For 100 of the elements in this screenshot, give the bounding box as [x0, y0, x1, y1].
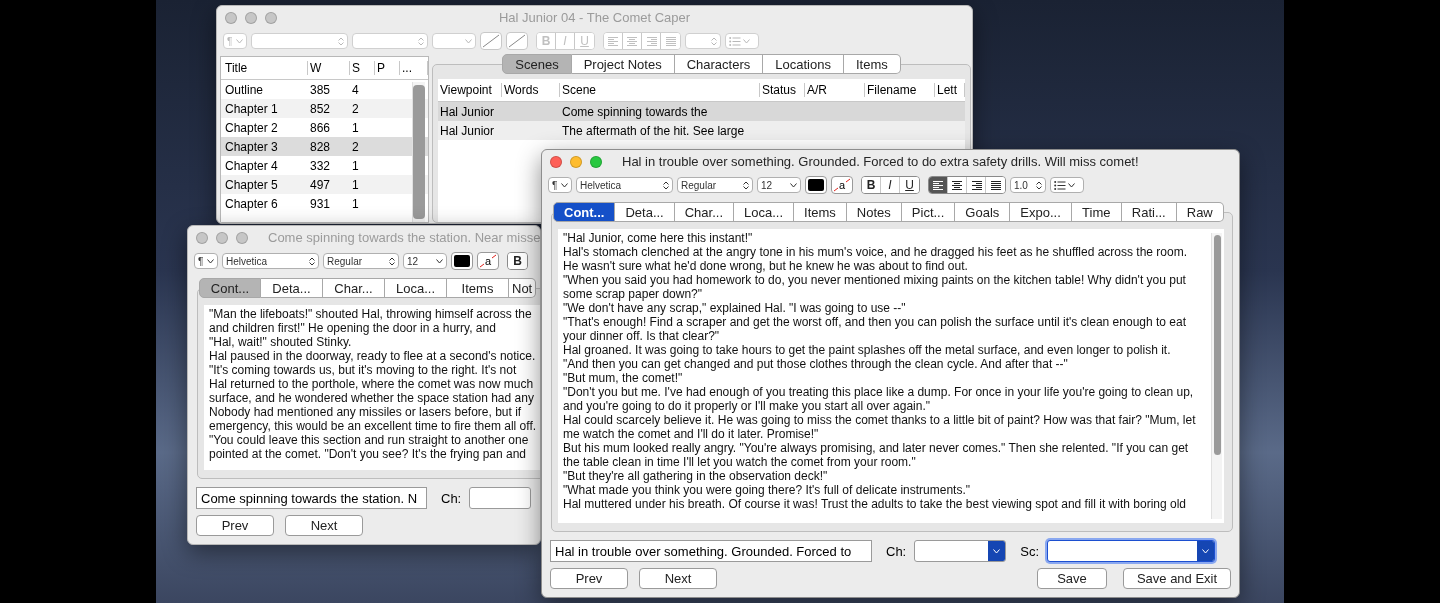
nav-button[interactable]: Next [285, 515, 363, 536]
outline-row[interactable]: Chapter 3 828 2 [221, 137, 428, 156]
tab[interactable]: Items [794, 202, 847, 222]
tab[interactable]: Time [1071, 202, 1122, 222]
up-down-arrows-icon [1036, 180, 1042, 190]
spacing-select[interactable]: 1.0 [1010, 177, 1046, 193]
tab[interactable]: Project Notes [571, 54, 675, 74]
column-header[interactable]: Lett [935, 83, 965, 97]
tab[interactable]: Not [509, 278, 537, 298]
font-select[interactable]: Helvetica [222, 253, 319, 269]
tab[interactable]: Cont... [553, 202, 616, 222]
dropdown-field[interactable] [1047, 540, 1216, 562]
outline-row[interactable]: Chapter 1 852 2 [221, 99, 428, 118]
text-line: "Hal, wait!" shouted Stinky. [209, 335, 352, 349]
scene-row[interactable]: Hal Junior The aftermath of the hit. See large [438, 121, 965, 140]
tab[interactable]: Char... [323, 278, 385, 298]
table-cell-text: Hal Junior [439, 123, 496, 138]
highlight-color-well[interactable]: a [477, 252, 499, 270]
style-select[interactable]: Regular [677, 177, 753, 193]
tab[interactable]: Items [843, 54, 901, 74]
dropdown-field[interactable] [469, 487, 532, 509]
column-header[interactable]: W [308, 61, 350, 75]
window-title: Hal Junior 04 - The Comet Caper [498, 10, 692, 25]
scrollbar[interactable] [412, 82, 425, 222]
tab[interactable]: Locations [763, 54, 844, 74]
table-cell-text: 828 [309, 139, 332, 154]
text-format-button[interactable]: B [862, 177, 881, 193]
align-icon [951, 179, 963, 191]
column-header[interactable]: S [350, 61, 375, 75]
font-select[interactable]: Helvetica [576, 177, 673, 193]
scene-row[interactable]: Hal Junior Come spinning towards the [438, 102, 965, 121]
paragraph-style-dropdown[interactable]: ¶ [548, 177, 572, 193]
minimize-button[interactable] [216, 231, 228, 244]
table-cell-text: 332 [309, 158, 332, 173]
minimize-button[interactable] [245, 11, 257, 24]
font-size-combo[interactable]: 12 [403, 253, 447, 269]
tab[interactable]: Pict... [901, 202, 956, 222]
style-select[interactable]: Regular [323, 253, 399, 269]
zoom-button[interactable] [236, 231, 248, 244]
close-button[interactable] [196, 231, 208, 244]
minimize-button[interactable] [570, 155, 582, 168]
zoom-button[interactable] [590, 155, 602, 168]
tab[interactable]: Raw [1176, 202, 1224, 222]
tab[interactable]: Characters [674, 54, 764, 74]
text-line: pointed at the comet. "Don't you see? It's the frying pan and [209, 447, 527, 461]
table-cell-text: Come spinning towards the [561, 104, 709, 119]
tab[interactable]: Cont... [199, 278, 261, 298]
field-label: Ch: [886, 543, 907, 559]
table-cell-text: 2 [351, 101, 360, 116]
summary-field[interactable]: Come spinning towards the station. N [196, 487, 427, 509]
text-format-button[interactable]: B [508, 253, 527, 269]
save-button[interactable]: Save [1037, 568, 1107, 589]
chevron-down-icon [207, 258, 214, 264]
tab[interactable]: Loca... [385, 278, 447, 298]
column-header[interactable]: Status [760, 83, 805, 97]
column-header[interactable]: Viewpoint [438, 83, 502, 97]
nav-button[interactable]: Prev [550, 568, 628, 589]
column-header[interactable]: Words [502, 83, 560, 97]
summary-field[interactable]: Hal in trouble over something. Grounded. Forced to [550, 540, 872, 562]
column-header[interactable]: P [375, 61, 400, 75]
tab[interactable]: Deta... [261, 278, 323, 298]
tab[interactable]: Scenes [502, 54, 572, 74]
tab[interactable]: Rati... [1121, 202, 1177, 222]
chevron-down-icon [561, 182, 568, 188]
outline-row[interactable]: Chapter 5 497 1 [221, 175, 428, 194]
tab[interactable]: Char... [674, 202, 735, 222]
column-header[interactable]: A/R [805, 83, 865, 97]
tab[interactable]: Loca... [734, 202, 795, 222]
nav-button[interactable]: Next [639, 568, 717, 589]
slash-icon [482, 34, 500, 48]
column-header[interactable]: Title [223, 61, 308, 75]
field-label: Sc: [1020, 543, 1040, 559]
align-icon [989, 179, 1002, 191]
column-header[interactable]: Filename [865, 83, 935, 97]
close-button[interactable] [550, 155, 562, 168]
align-icon [970, 179, 982, 191]
zoom-button[interactable] [265, 11, 277, 24]
text-line: emergency, this would be an excellent time to fire them all off. [209, 419, 537, 433]
column-header[interactable]: Scene [560, 83, 760, 97]
close-button[interactable] [225, 11, 237, 24]
column-header[interactable]: ... [400, 61, 428, 75]
tab[interactable]: Expo... [1010, 202, 1072, 222]
list-icon [729, 36, 741, 46]
paragraph-style-dropdown[interactable]: ¶ [194, 253, 218, 269]
tab[interactable]: Notes [846, 202, 902, 222]
highlight-color-well[interactable]: a [831, 176, 853, 194]
table-cell-text: 866 [309, 120, 332, 135]
list-style-dropdown[interactable] [1050, 177, 1084, 193]
alignment-button[interactable] [929, 177, 948, 193]
nav-button[interactable]: Prev [196, 515, 274, 536]
text-editor[interactable] [204, 305, 540, 470]
font-size-combo[interactable]: 12 [757, 177, 801, 193]
tab[interactable]: Goals [955, 202, 1011, 222]
text-editor[interactable] [558, 229, 1224, 523]
tab[interactable]: Deta... [615, 202, 675, 222]
text-line: and children first!" He opening the door in a hurry, and [209, 321, 496, 335]
tab[interactable]: Items [447, 278, 509, 298]
dropdown-field[interactable] [914, 540, 1007, 562]
scrollbar[interactable] [1211, 233, 1222, 519]
save-button[interactable]: Save and Exit [1123, 568, 1231, 589]
